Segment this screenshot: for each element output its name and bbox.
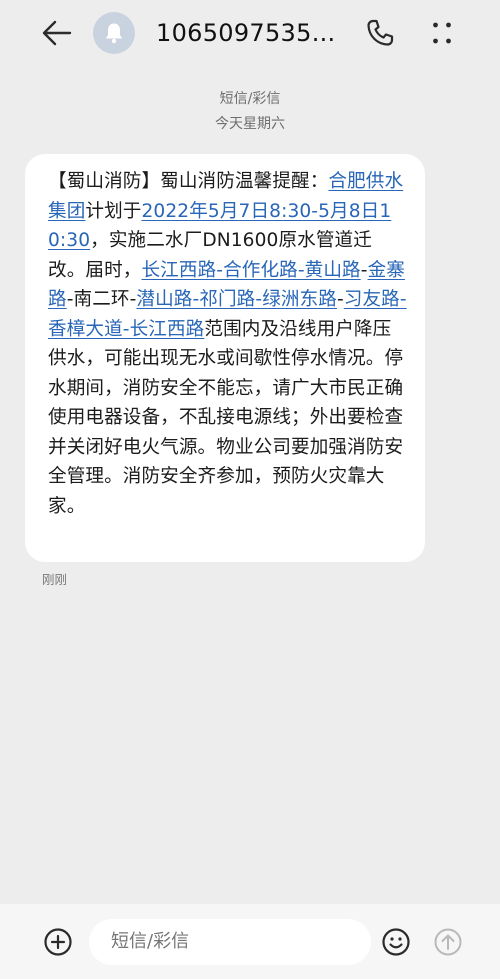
add-attachment-button[interactable] [42, 926, 74, 958]
message-bubble[interactable]: 【蜀山消防】蜀山消防温馨提醒：合肥供水集团计划于2022年5月7日8:30-5月… [25, 154, 425, 562]
message-link[interactable]: 潜山路-祁门路-绿洲东路 [136, 289, 337, 310]
message-segment: 范围内及沿线用户降压供水，可能出现无水或间歇性停水情况。停水期间，消防安全不能忘… [48, 318, 404, 517]
date-label: 今天星期六 [215, 116, 285, 132]
message-link[interactable]: 长江西路-合作化路-黄山路 [141, 260, 360, 281]
message-segment: 【蜀山消防】蜀山消防温馨提醒： [48, 171, 329, 192]
top-bar: 1065097535... [0, 0, 500, 66]
message-input[interactable] [89, 919, 371, 965]
call-button[interactable] [364, 17, 396, 49]
smiley-icon [382, 928, 410, 956]
arrow-left-icon [42, 20, 72, 46]
more-dots-icon [433, 22, 451, 44]
message-type-label: 短信/彩信 [219, 91, 281, 107]
message-segment: -南二环- [66, 289, 137, 310]
bell-icon [106, 23, 122, 44]
emoji-button[interactable] [380, 926, 412, 958]
back-button[interactable] [40, 16, 74, 50]
phone-icon [367, 19, 394, 46]
send-arrow-icon [434, 928, 462, 956]
more-options-button[interactable] [426, 17, 458, 49]
avatar[interactable] [93, 12, 135, 54]
send-button[interactable] [432, 926, 464, 958]
contact-title[interactable]: 1065097535... [156, 14, 341, 52]
message-segment: 计划于 [85, 200, 142, 222]
message-timestamp: 刚刚 [42, 572, 68, 587]
message-text: 【蜀山消防】蜀山消防温馨提醒：合肥供水集团计划于2022年5月7日8:30-5月… [48, 167, 407, 521]
plus-circle-icon [44, 928, 72, 956]
message-segment: - [360, 259, 368, 281]
message-segment: - [336, 289, 344, 310]
